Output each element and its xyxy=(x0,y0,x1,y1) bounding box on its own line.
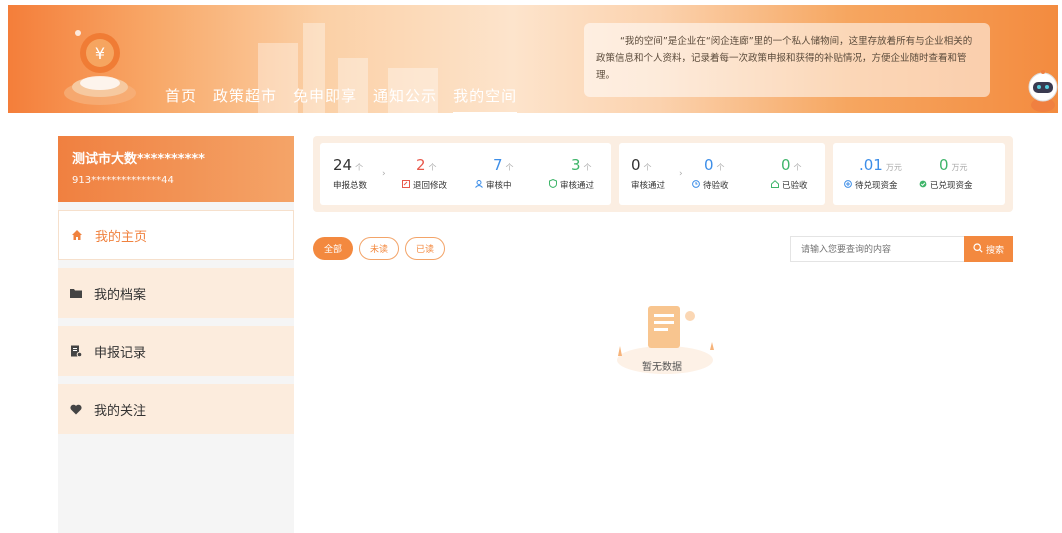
search-input[interactable] xyxy=(790,236,964,262)
sidebar-item-label: 我的档案 xyxy=(94,287,147,303)
stat-value: 0 xyxy=(631,156,641,174)
stat-label: 审核通过 xyxy=(560,181,595,191)
user-icon xyxy=(475,179,483,191)
clock-icon xyxy=(692,179,700,191)
filter-unread-button[interactable]: 未读 xyxy=(359,237,399,260)
intro-text: “我的空间”是企业在“闵企连廊”里的一个私人储物间，这里存放着所有与企业相关的政… xyxy=(584,23,990,97)
stat-label: 已验收 xyxy=(782,181,808,191)
home-icon xyxy=(71,229,87,241)
stat-to-cash[interactable]: .01 万元 待兑现资金 xyxy=(844,155,902,191)
stat-unit: 个 xyxy=(355,163,364,172)
svg-text:¥: ¥ xyxy=(95,44,105,63)
house-icon xyxy=(771,179,779,191)
empty-state-text: 暂无数据 xyxy=(642,362,682,373)
stat-value: 24 xyxy=(333,156,353,174)
shield-icon xyxy=(549,178,557,191)
stat-returned[interactable]: 2个 退回修改 xyxy=(402,155,447,191)
stat-value: 0 xyxy=(781,156,791,174)
search-icon xyxy=(973,242,983,256)
stat-cashed[interactable]: 0 万元 已兑现资金 xyxy=(919,155,973,191)
filter-read-button[interactable]: 已读 xyxy=(405,237,445,260)
stat-total[interactable]: 24 个 申报总数 xyxy=(333,155,367,191)
chevron-right-icon: › xyxy=(382,169,386,179)
read-filter: 全部 未读 已读 xyxy=(313,237,445,260)
chevron-right-icon: › xyxy=(679,169,683,179)
stat-unit: 个 xyxy=(643,163,652,172)
record-icon xyxy=(70,345,86,357)
sidebar-item-favorites[interactable]: 我的关注 xyxy=(58,384,294,434)
nav-policy-market[interactable]: 政策超市 xyxy=(213,85,277,113)
stat-unit: 个 xyxy=(583,163,592,172)
sidebar-item-label: 我的主页 xyxy=(95,229,148,245)
stat-passed[interactable]: 0个 审核通过 xyxy=(631,155,665,191)
stat-unit: 个 xyxy=(505,163,514,172)
stat-value: 0 xyxy=(939,156,949,174)
search-button-label: 搜索 xyxy=(985,245,1004,256)
nav-exempt-apply[interactable]: 免申即享 xyxy=(293,85,357,113)
coin-logo-icon: ¥ xyxy=(64,30,136,105)
main-nav: 首页 政策超市 免申即享 通知公示 我的空间 xyxy=(165,85,533,113)
stat-unit: 个 xyxy=(428,163,437,172)
stat-label: 申报总数 xyxy=(333,181,368,191)
stat-value: 7 xyxy=(493,156,503,174)
nav-my-space[interactable]: 我的空间 xyxy=(453,85,518,113)
company-code: 913**************44 xyxy=(72,175,174,186)
stats-bar: 24 个 申报总数 › 2个 退回修改 7个 审核中 3个 审核通过 0个 审核通… xyxy=(313,136,1013,212)
stats-panel-accept: 0个 审核通过 › 0个 待验收 0个 已验收 xyxy=(619,143,825,205)
stats-panel-funds: .01 万元 待兑现资金 0 万元 已兑现资金 xyxy=(833,143,1005,205)
plus-circle-icon xyxy=(844,179,852,191)
stat-unit: 个 xyxy=(716,163,725,172)
stat-label: 审核通过 xyxy=(631,181,666,191)
stat-approved[interactable]: 3个 审核通过 xyxy=(549,155,594,191)
stat-reviewing[interactable]: 7个 审核中 xyxy=(475,155,514,191)
sidebar-item-home[interactable]: 我的主页 xyxy=(58,210,294,260)
nav-notice[interactable]: 通知公示 xyxy=(373,85,437,113)
sidebar-item-profile[interactable]: 我的档案 xyxy=(58,268,294,318)
stat-value: 2 xyxy=(416,156,426,174)
stat-value: 3 xyxy=(571,156,581,174)
stat-accepted[interactable]: 0个 已验收 xyxy=(771,155,808,191)
nav-home[interactable]: 首页 xyxy=(165,85,197,113)
heart-icon xyxy=(70,404,86,415)
user-card: 测试市大数********** 913**************44 xyxy=(58,136,294,202)
filter-all-button[interactable]: 全部 xyxy=(313,237,353,260)
sidebar-item-label: 我的关注 xyxy=(94,403,147,419)
sidebar-item-label: 申报记录 xyxy=(94,345,147,361)
stat-label: 已兑现资金 xyxy=(930,181,973,191)
stat-value: 0 xyxy=(704,156,714,174)
stat-to-accept[interactable]: 0个 待验收 xyxy=(692,155,729,191)
sidebar: 测试市大数********** 913**************44 我的主页… xyxy=(58,136,294,533)
sidebar-item-records[interactable]: 申报记录 xyxy=(58,326,294,376)
stat-unit: 个 xyxy=(793,163,802,172)
stat-label: 审核中 xyxy=(486,181,512,191)
folder-icon xyxy=(70,288,86,299)
edit-icon xyxy=(402,179,410,191)
stat-value: .01 xyxy=(859,156,883,174)
company-name: 测试市大数********** xyxy=(72,152,205,167)
check-circle-icon xyxy=(919,180,927,191)
stat-label: 待验收 xyxy=(703,181,729,191)
stat-unit: 万元 xyxy=(885,163,902,172)
stat-unit: 万元 xyxy=(951,163,968,172)
search-button[interactable]: 搜索 xyxy=(964,236,1013,262)
stat-label: 退回修改 xyxy=(413,181,448,191)
stat-label: 待兑现资金 xyxy=(855,181,898,191)
header-banner: ¥ 首页 政策超市 免申即享 通知公示 我的空间 “我的空间”是企业在“闵企连廊… xyxy=(8,5,1058,113)
stats-panel-apply: 24 个 申报总数 › 2个 退回修改 7个 审核中 3个 审核通过 xyxy=(320,143,611,205)
robot-assistant-icon[interactable] xyxy=(1024,69,1058,113)
